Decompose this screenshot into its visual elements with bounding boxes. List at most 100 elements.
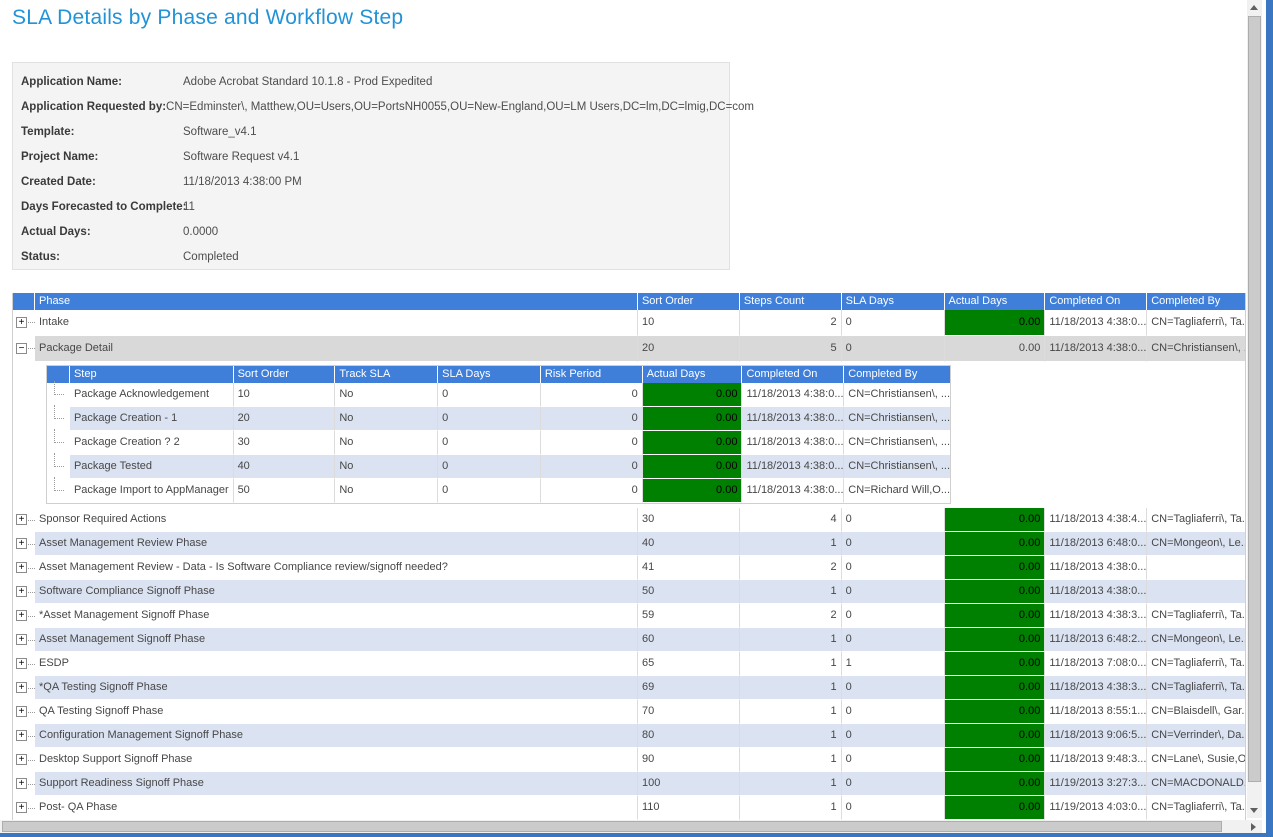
info-field-value: Adobe Acrobat Standard 10.1.8 - Prod Exp… <box>183 76 432 88</box>
completed-on-cell: 11/18/2013 4:38:0... <box>1045 336 1147 362</box>
row-expander-cell: + <box>13 604 35 628</box>
info-field-row: Days Forecasted to Complete:11 <box>21 194 729 219</box>
expand-toggle-icon[interactable]: + <box>16 610 27 621</box>
info-field-label: Status: <box>21 251 183 263</box>
completed-by-cell: CN=Tagliaferri\, Ta... <box>1147 796 1245 820</box>
sla-days-cell: 0 <box>842 700 945 724</box>
sla-days-cell: 0 <box>842 724 945 748</box>
actual-days-cell: 0.00 <box>643 383 743 407</box>
collapse-toggle-icon[interactable]: − <box>16 343 27 354</box>
phase-row: +*Asset Management Signoff Phase59200.00… <box>13 604 1245 628</box>
scroll-up-icon <box>1250 5 1258 10</box>
steps-count-cell: 1 <box>740 532 842 556</box>
expand-toggle-icon[interactable]: + <box>16 802 27 813</box>
expand-toggle-icon[interactable]: + <box>16 562 27 573</box>
completed-by-cell: CN=Mongeon\, Le... <box>1147 532 1245 556</box>
completed-on-cell: 11/18/2013 7:08:0... <box>1045 652 1147 676</box>
expand-toggle-icon[interactable]: + <box>16 778 27 789</box>
phase-cell: Intake <box>35 310 638 336</box>
step-row: Package Import to AppManager50No000.0011… <box>47 479 950 503</box>
sort-order-cell: 65 <box>638 652 740 676</box>
steps-count-cell: 1 <box>740 796 842 820</box>
actual-days-cell: 0.00 <box>945 724 1046 748</box>
horizontal-scroll-thumb[interactable] <box>2 821 1222 832</box>
completed-on-cell: 11/18/2013 4:38:0... <box>1045 580 1147 604</box>
sort-order-cell: 80 <box>638 724 740 748</box>
phase-row: +Software Compliance Signoff Phase50100.… <box>13 580 1245 604</box>
completed-on-cell: 11/18/2013 9:48:3... <box>1045 748 1147 772</box>
phase-cell: *Asset Management Signoff Phase <box>35 604 638 628</box>
completed-by-cell: CN=Richard Will,O... <box>844 479 950 503</box>
completed-on-cell: 11/18/2013 4:38:0... <box>742 455 844 479</box>
window-border-bottom <box>0 833 1273 837</box>
risk-period-cell: 0 <box>541 479 643 503</box>
expand-toggle-icon[interactable]: + <box>16 538 27 549</box>
horizontal-scrollbar[interactable] <box>0 820 1262 833</box>
scroll-up-button[interactable] <box>1247 0 1262 15</box>
expand-toggle-icon[interactable]: + <box>16 586 27 597</box>
completed-by-cell: CN=Tagliaferri\, Ta.. <box>1147 508 1245 532</box>
scroll-right-button[interactable] <box>1246 820 1261 833</box>
phase-row: +Post- QA Phase110100.0011/19/2013 4:03:… <box>13 796 1245 820</box>
steps-count-cell: 1 <box>740 580 842 604</box>
completed-on-cell: 11/18/2013 4:38:0... <box>1045 310 1147 336</box>
completed-by-cell: CN=Christiansen\, ... <box>844 407 950 431</box>
actual-days-cell: 0.00 <box>945 676 1046 700</box>
step-row: Package Tested40No000.0011/18/2013 4:38:… <box>47 455 950 479</box>
row-expander-cell: + <box>13 652 35 676</box>
completed-on-cell: 11/18/2013 4:38:3... <box>1045 604 1147 628</box>
phase-cell: QA Testing Signoff Phase <box>35 700 638 724</box>
step-row: Package Creation - 120No000.0011/18/2013… <box>47 407 950 431</box>
info-field-value: Software Request v4.1 <box>183 151 299 163</box>
risk-period-cell: 0 <box>541 407 643 431</box>
phase-row: +Intake10200.0011/18/2013 4:38:0...CN=Ta… <box>13 310 1245 336</box>
sort-order-cell: 40 <box>234 455 336 479</box>
phase-cell: Configuration Management Signoff Phase <box>35 724 638 748</box>
sort-order-cell: 20 <box>234 407 336 431</box>
info-field-label: Created Date: <box>21 176 183 188</box>
expand-toggle-icon[interactable]: + <box>16 634 27 645</box>
vertical-scrollbar[interactable] <box>1247 0 1262 818</box>
phase-header-row: PhaseSort OrderSteps CountSLA DaysActual… <box>13 293 1245 310</box>
expand-toggle-icon[interactable]: + <box>16 317 27 328</box>
phase-header-expander-cell <box>13 293 35 310</box>
row-expander-cell: + <box>13 676 35 700</box>
phase-header-actual_days: Actual Days <box>945 293 1046 310</box>
expand-toggle-icon[interactable]: + <box>16 514 27 525</box>
info-field-row: Template:Software_v4.1 <box>21 119 729 144</box>
phase-cell: Sponsor Required Actions <box>35 508 638 532</box>
row-expander-cell: + <box>13 532 35 556</box>
expand-toggle-icon[interactable]: + <box>16 682 27 693</box>
vertical-scroll-thumb[interactable] <box>1248 16 1261 782</box>
sla-days-cell: 0 <box>842 772 945 796</box>
step-header-completed_by: Completed By <box>844 366 950 383</box>
info-field-value: CN=Edminster\, Matthew,OU=Users,OU=Ports… <box>166 101 754 113</box>
expand-toggle-icon[interactable]: + <box>16 754 27 765</box>
expand-toggle-icon[interactable]: + <box>16 658 27 669</box>
row-expander-cell: − <box>13 336 35 362</box>
expand-toggle-icon[interactable]: + <box>16 730 27 741</box>
phase-row: +Support Readiness Signoff Phase100100.0… <box>13 772 1245 796</box>
sla-days-cell: 0 <box>842 556 945 580</box>
expand-toggle-icon[interactable]: + <box>16 706 27 717</box>
step-cell: Package Import to AppManager <box>70 479 234 503</box>
phase-cell: Desktop Support Signoff Phase <box>35 748 638 772</box>
scroll-down-button[interactable] <box>1247 803 1262 818</box>
track-sla-cell: No <box>335 455 438 479</box>
sort-order-cell: 69 <box>638 676 740 700</box>
row-expander-cell: + <box>13 310 35 336</box>
phase-cell: Asset Management Signoff Phase <box>35 628 638 652</box>
sla-days-cell: 0 <box>842 580 945 604</box>
row-expander-cell <box>47 431 70 455</box>
actual-days-cell: 0.00 <box>945 628 1046 652</box>
info-field-label: Actual Days: <box>21 226 183 238</box>
sort-order-cell: 10 <box>638 310 740 336</box>
steps-count-cell: 1 <box>740 724 842 748</box>
steps-count-cell: 4 <box>740 508 842 532</box>
completed-by-cell: CN=Christiansen\, ... <box>844 431 950 455</box>
info-field-value: 0.0000 <box>183 226 218 238</box>
workflow-step-subtable: StepSort OrderTrack SLASLA DaysRisk Peri… <box>46 365 951 504</box>
steps-count-cell: 1 <box>740 676 842 700</box>
info-field-row: Status:Completed <box>21 244 729 269</box>
row-expander-cell: + <box>13 796 35 820</box>
